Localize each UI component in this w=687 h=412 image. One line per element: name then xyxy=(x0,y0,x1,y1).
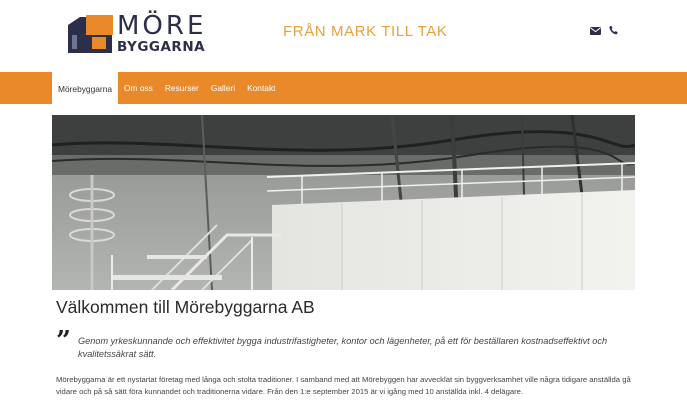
logo-text-top: MÖRE xyxy=(117,11,207,41)
nav-item-kontakt[interactable]: Kontakt xyxy=(241,72,281,104)
tagline: FRÅN MARK TILL TAK xyxy=(283,23,448,40)
nav-item-morebyggarna[interactable]: Mörebyggarna xyxy=(52,72,119,105)
nav-item-galleri[interactable]: Galleri xyxy=(205,72,241,104)
logo-house-icon xyxy=(68,15,113,53)
phone-icon[interactable] xyxy=(609,22,618,40)
body-paragraph: Mörebyggarna är ett nystartat företag me… xyxy=(56,375,631,396)
page-title: Välkommen till Mörebyggarna AB xyxy=(56,297,315,317)
logo[interactable]: MÖRE BYGGARNA xyxy=(66,13,206,57)
quote-icon: ” xyxy=(56,326,71,356)
nav-item-om-oss[interactable]: Om oss xyxy=(118,72,159,104)
main-nav: Mörebyggarna Om oss Resurser Galleri Kon… xyxy=(0,72,687,105)
hero-image xyxy=(52,115,635,290)
nav-item-resurser[interactable]: Resurser xyxy=(159,72,205,104)
hero-photo-industrial-interior xyxy=(52,115,635,290)
site-header: MÖRE BYGGARNA FRÅN MARK TILL TAK xyxy=(0,0,687,72)
contact-icons xyxy=(590,24,618,38)
intro-quote: Genom yrkeskunnande och effektivitet byg… xyxy=(78,336,608,359)
logo-text-bottom: BYGGARNA xyxy=(117,39,206,55)
envelope-icon[interactable] xyxy=(590,22,601,40)
